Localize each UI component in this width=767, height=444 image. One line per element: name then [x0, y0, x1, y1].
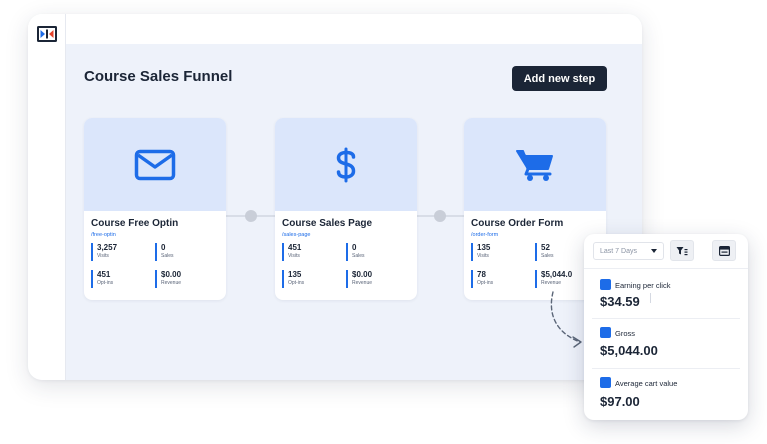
stat-value: 3,257	[97, 243, 118, 252]
dashed-arrow-icon	[550, 291, 582, 348]
stat-opt-ins: 451 Opt-ins	[91, 270, 155, 288]
metric-value: $5,044.00	[600, 343, 658, 358]
stat-value: $0.00	[352, 270, 373, 279]
stat-value: 135	[477, 243, 491, 252]
metric-gross: Gross $5,044.00	[584, 319, 748, 369]
stat-label: Sales	[161, 253, 174, 259]
filter-button[interactable]	[670, 240, 694, 261]
stat-value: 0	[161, 243, 166, 252]
step-path-link[interactable]: /order-form	[471, 232, 599, 238]
stat-value: 78	[477, 270, 486, 279]
stat-label: Opt-ins	[97, 280, 114, 286]
metric-value: $97.00	[600, 394, 640, 409]
caret-down-icon	[651, 249, 657, 253]
calendar-button[interactable]	[712, 240, 736, 261]
envelope-icon	[134, 149, 176, 180]
filter-icon	[676, 246, 688, 255]
stat-label: Opt-ins	[288, 280, 305, 286]
metric-average-cart-value: Average cart value $97.00	[584, 369, 748, 419]
card-preview	[275, 118, 417, 211]
metric-label: Average cart value	[615, 379, 678, 388]
funnel-step-card[interactable]: Course Sales Page /sales-page 451 Visits …	[275, 118, 417, 300]
stats-panel: Last 7 Days Earning per click $34.59 Gro…	[584, 234, 748, 420]
calendar-icon	[718, 245, 730, 256]
step-connector-node[interactable]	[245, 210, 257, 222]
step-title: Course Order Form	[471, 218, 564, 229]
dollar-sign-icon	[336, 147, 356, 182]
stat-value: $0.00	[161, 270, 182, 279]
stat-value: 451	[97, 270, 111, 279]
stat-label: Revenue	[161, 280, 182, 286]
stat-label: Visits	[97, 253, 109, 259]
shopping-cart-icon	[516, 149, 553, 181]
metric-earning-per-click: Earning per click $34.59	[584, 268, 748, 318]
card-preview	[84, 118, 226, 211]
stat-label: Opt-ins	[477, 280, 494, 286]
add-new-step-button[interactable]: Add new step	[512, 66, 607, 91]
divider	[650, 293, 651, 303]
date-range-value: Last 7 Days	[600, 248, 637, 255]
stat-opt-ins: 135 Opt-ins	[282, 270, 346, 288]
stat-label: Revenue	[352, 280, 373, 286]
metric-value: $34.59	[600, 294, 640, 309]
stat-sales: 0 Sales	[155, 243, 219, 261]
stat-value: 451	[288, 243, 302, 252]
stat-label: Visits	[288, 253, 300, 259]
clickfunnels-logo-icon[interactable]	[37, 26, 57, 42]
metric-color-swatch	[600, 377, 611, 388]
stat-visits: 451 Visits	[282, 243, 346, 261]
metric-color-swatch	[600, 279, 611, 290]
metric-label: Earning per click	[615, 281, 671, 290]
step-title: Course Free Optin	[91, 218, 179, 229]
card-preview	[464, 118, 606, 211]
stat-sales: 0 Sales	[346, 243, 410, 261]
stats-panel-header: Last 7 Days	[584, 234, 748, 269]
stat-value: 135	[288, 270, 302, 279]
stat-visits: 135 Visits	[471, 243, 535, 261]
stat-revenue: $0.00 Revenue	[346, 270, 410, 288]
step-connector-node[interactable]	[434, 210, 446, 222]
step-title: Course Sales Page	[282, 218, 373, 229]
step-path-link[interactable]: /sales-page	[282, 232, 410, 238]
sidebar	[28, 14, 66, 380]
stat-value: 0	[352, 243, 357, 252]
stat-label: Sales	[352, 253, 365, 259]
page-title: Course Sales Funnel	[84, 68, 233, 85]
stat-revenue: $0.00 Revenue	[155, 270, 219, 288]
stat-opt-ins: 78 Opt-ins	[471, 270, 535, 288]
top-bar	[28, 14, 642, 44]
step-path-link[interactable]: /free-optin	[91, 232, 219, 238]
metric-label: Gross	[615, 329, 636, 338]
stat-label: Visits	[477, 253, 489, 259]
metric-color-swatch	[600, 327, 611, 338]
funnel-step-card[interactable]: Course Free Optin /free-optin 3,257 Visit…	[84, 118, 226, 300]
stat-visits: 3,257 Visits	[91, 243, 155, 261]
date-range-select[interactable]: Last 7 Days	[593, 242, 664, 260]
